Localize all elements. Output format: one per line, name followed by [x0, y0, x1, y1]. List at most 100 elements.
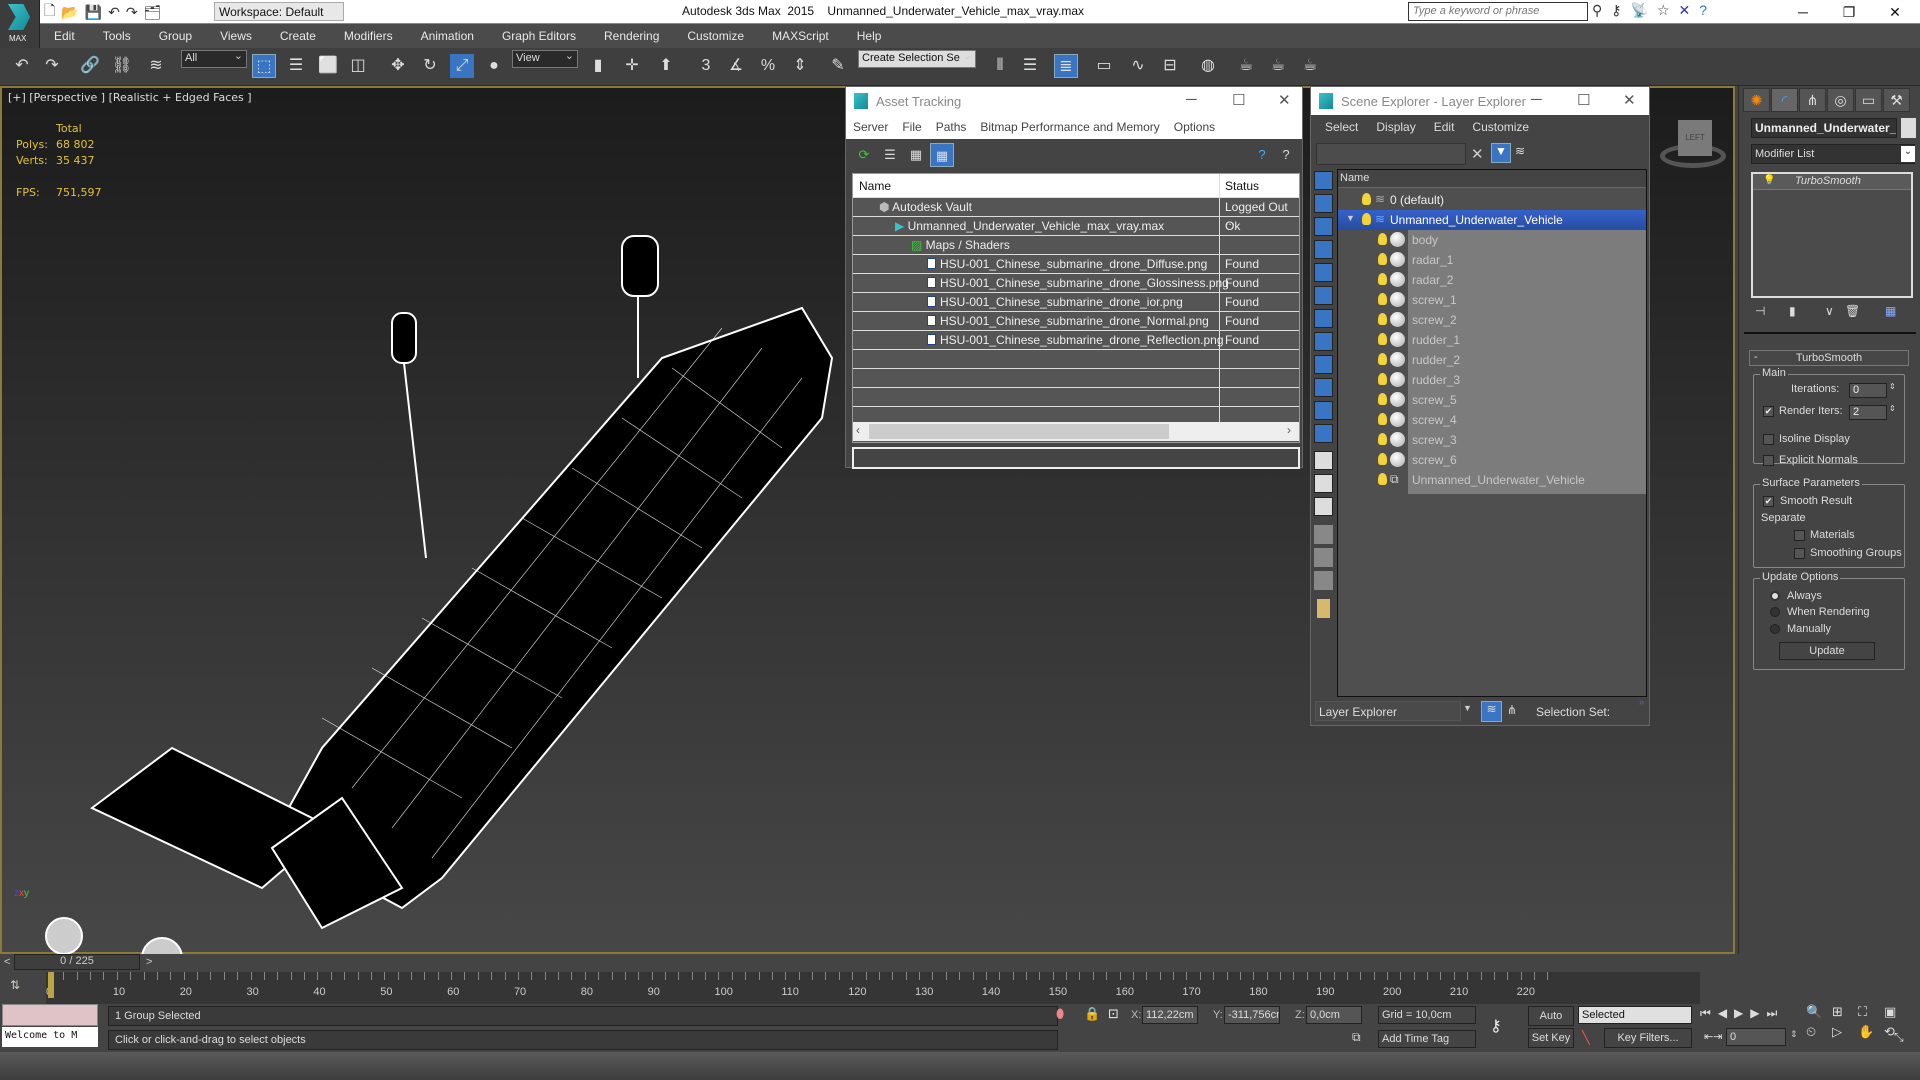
selection-filter-dropdown[interactable]: All	[181, 49, 247, 68]
visibility-bulb-icon[interactable]	[1378, 313, 1387, 325]
asset-tracking-titlebar[interactable]: Asset Tracking ─ ☐ ✕	[846, 87, 1302, 115]
menu-rendering[interactable]: Rendering	[590, 29, 673, 43]
z-coordinate-field[interactable]: 0,0cm	[1306, 1006, 1362, 1024]
select-manipulate-icon[interactable]: ●	[482, 54, 506, 78]
layer-row-selected[interactable]: ▼ ≋ Unmanned_Underwater_Vehicle	[1338, 210, 1646, 230]
time-configuration-icon[interactable]: ⏲	[1806, 1024, 1832, 1040]
expand-arrow-icon[interactable]: ▼	[1346, 213, 1355, 223]
key-filters-button[interactable]: Key Filters...	[1604, 1028, 1692, 1048]
satellite-icon[interactable]: 📡	[1631, 2, 1648, 19]
update-button[interactable]: Update	[1779, 642, 1875, 660]
x-coordinate-field[interactable]: 112,22cm	[1142, 1006, 1198, 1024]
turbosmooth-rollout-header[interactable]: - TurboSmooth	[1749, 350, 1909, 366]
visibility-bulb-icon[interactable]	[1378, 293, 1387, 305]
groups-filter-icon[interactable]	[1314, 309, 1333, 328]
dropdown-arrow-icon[interactable]: ▼	[1463, 703, 1472, 713]
key-mode-toggle-icon[interactable]: ⇤⇥	[1704, 1030, 1722, 1043]
time-tag-icon[interactable]: ⧉	[1352, 1030, 1361, 1045]
named-selection-set-dropdown[interactable]: Create Selection Se	[858, 49, 976, 68]
close-icon[interactable]: ✕	[1872, 0, 1918, 24]
object-color-swatch[interactable]	[1901, 118, 1916, 138]
utilities-tab-icon[interactable]: ⚒	[1883, 88, 1910, 112]
bones-filter-icon[interactable]	[1314, 355, 1333, 374]
key-icon[interactable]: ⚷	[1611, 2, 1621, 19]
visibility-bulb-icon[interactable]	[1378, 273, 1387, 285]
add-time-tag-button[interactable]: Add Time Tag	[1378, 1030, 1476, 1048]
isoline-display-checkbox[interactable]	[1763, 434, 1774, 445]
menu-display[interactable]: Display	[1367, 120, 1424, 134]
align-icon[interactable]: ☰	[1018, 54, 1042, 78]
hierarchy-tab-icon[interactable]: ⋔	[1799, 88, 1826, 112]
visibility-bulb-icon[interactable]	[1378, 433, 1387, 445]
table-row[interactable]: ▶ Unmanned_Underwater_Vehicle_max_vray.m…	[853, 217, 1299, 236]
timeline-ruler[interactable]: 0102030405060708090100110120130140150160…	[46, 972, 1700, 1004]
binoculars-icon[interactable]: ⚲	[1592, 2, 1602, 19]
undo-icon[interactable]: ↶	[108, 4, 120, 21]
viewport-label[interactable]: [+] [Perspective ] [Realistic + Edged Fa…	[8, 91, 252, 104]
close-icon[interactable]: ✕	[1623, 91, 1636, 109]
select-manipulate-move-icon[interactable]: ✛	[620, 54, 644, 78]
redo-icon[interactable]: ↷	[40, 54, 64, 78]
lightbulb-icon[interactable]: 💡	[1763, 175, 1775, 186]
keyboard-shortcut-override-icon[interactable]: ⬆	[654, 54, 678, 78]
horizontal-scrollbar[interactable]: ‹ ›	[853, 422, 1299, 441]
menu-create[interactable]: Create	[266, 29, 330, 43]
tree-view-icon[interactable]: ▦	[904, 143, 928, 167]
pan-icon[interactable]: ✋	[1858, 1024, 1884, 1040]
spinner-arrows-icon[interactable]: ⇕	[1889, 382, 1896, 391]
submarine-wireframe-model[interactable]	[22, 188, 842, 988]
lights-filter-icon[interactable]	[1314, 217, 1333, 236]
object-row[interactable]: screw_3	[1338, 430, 1646, 450]
move-icon[interactable]: ✥	[386, 54, 410, 78]
new-file-icon[interactable]: 🗋	[44, 0, 55, 24]
sort-by-hierarchy-icon[interactable]: ⋔	[1507, 703, 1517, 717]
menu-select[interactable]: Select	[1311, 120, 1367, 134]
table-row[interactable]: HSU-001_Chinese_submarine_drone_ior.png F…	[853, 293, 1299, 312]
menu-graph-editors[interactable]: Graph Editors	[488, 29, 590, 43]
application-menu-button[interactable]: MAX	[0, 0, 40, 48]
object-row[interactable]: radar_2	[1338, 270, 1646, 290]
spacewarps-filter-icon[interactable]	[1314, 286, 1333, 305]
hierarchy-filter-icon[interactable]	[1314, 571, 1333, 590]
object-name-field[interactable]: Unmanned_Underwater_	[1751, 118, 1897, 138]
selection-lock-icon[interactable]: 🔒	[1084, 1006, 1100, 1022]
visibility-bulb-icon[interactable]	[1378, 333, 1387, 345]
table-view-icon[interactable]: ▦	[930, 143, 954, 167]
visibility-bulb-icon[interactable]	[1378, 253, 1387, 265]
smoothing-groups-checkbox[interactable]	[1794, 548, 1805, 559]
scroll-left-icon[interactable]: ‹	[856, 423, 860, 437]
materials-checkbox[interactable]	[1794, 530, 1805, 541]
scale-icon[interactable]: ⤢	[450, 54, 474, 78]
zoom-all-icon[interactable]: ⊞	[1832, 1004, 1858, 1020]
object-row[interactable]: screw_4	[1338, 410, 1646, 430]
menu-edit[interactable]: Edit	[40, 29, 89, 43]
select-filter-icon[interactable]	[1314, 548, 1333, 567]
table-row[interactable]: HSU-001_Chinese_submarine_drone_Normal.p…	[853, 312, 1299, 331]
explicit-normals-checkbox[interactable]	[1763, 455, 1774, 466]
xrefs-filter-icon[interactable]	[1314, 332, 1333, 351]
shapes-filter-icon[interactable]	[1314, 194, 1333, 213]
select-by-name-icon[interactable]: ☰	[284, 54, 308, 78]
time-marker[interactable]	[48, 972, 54, 998]
modify-tab-icon[interactable]: ◜	[1771, 88, 1798, 112]
filter-icon[interactable]: ▼	[1491, 143, 1511, 163]
reference-coordinate-dropdown[interactable]: View	[512, 49, 578, 68]
chevron-down-icon[interactable]: ⌄	[1901, 146, 1915, 162]
absolute-mode-icon[interactable]: ⊡	[1108, 1006, 1119, 1022]
isolate-selection-icon[interactable]: ⬮	[1056, 1006, 1064, 1022]
minimize-icon[interactable]: ─	[1531, 91, 1542, 108]
object-row[interactable]: rudder_3	[1338, 370, 1646, 390]
visibility-bulb-icon[interactable]	[1378, 413, 1387, 425]
default-tangent-icon[interactable]: ╲	[1582, 1030, 1590, 1046]
radio-when-rendering[interactable]	[1770, 607, 1780, 617]
rotate-icon[interactable]: ↻	[418, 54, 442, 78]
rendered-frame-window-icon[interactable]: ☕	[1266, 54, 1290, 78]
current-frame-field[interactable]: 0	[1726, 1028, 1786, 1046]
zoom-extents-all-icon[interactable]: ▣	[1884, 1004, 1910, 1020]
radio-always[interactable]	[1770, 591, 1780, 601]
keyword-search-input[interactable]: Type a keyword or phrase	[1408, 2, 1588, 21]
lock-icon[interactable]	[1317, 599, 1330, 618]
scene-explorer-titlebar[interactable]: Scene Explorer - Layer Explorer ─ ☐ ✕	[1311, 87, 1649, 115]
object-row[interactable]: screw_2	[1338, 310, 1646, 330]
material-editor-icon[interactable]: ◍	[1196, 54, 1220, 78]
